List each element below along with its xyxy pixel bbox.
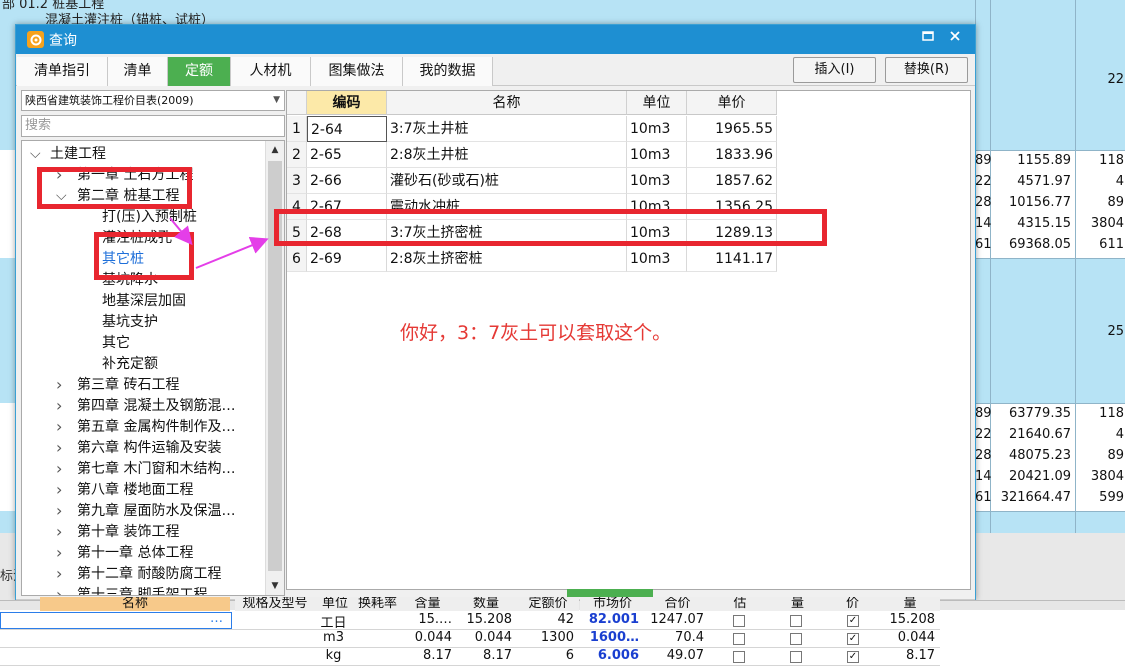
checkbox[interactable] bbox=[790, 651, 802, 663]
bottom-cell[interactable]: 1600… bbox=[580, 630, 642, 645]
bottom-cell[interactable]: m3 bbox=[315, 630, 355, 645]
bottom-header: 含量 bbox=[400, 597, 455, 611]
checkbox[interactable] bbox=[733, 651, 745, 663]
bottom-header: 市场价 bbox=[580, 597, 645, 611]
more-ellipsis[interactable]: … bbox=[210, 611, 223, 626]
bottom-cell[interactable]: 70.4 bbox=[645, 630, 707, 645]
bottom-cell[interactable]: 6 bbox=[517, 648, 577, 663]
checkbox[interactable] bbox=[733, 633, 745, 645]
bottom-cell[interactable]: 0.044 bbox=[400, 630, 455, 645]
bottom-header: 价 bbox=[825, 597, 880, 611]
bottom-cell[interactable]: 49.07 bbox=[645, 648, 707, 663]
bottom-cell[interactable]: 0.044 bbox=[455, 630, 515, 645]
bottom-header: 定额价 bbox=[517, 597, 579, 611]
bottom-header: 规格及型号 bbox=[235, 597, 315, 611]
bottom-header: 名称 bbox=[40, 597, 230, 611]
bottom-cell[interactable]: 工日 bbox=[315, 612, 355, 631]
bottom-cell[interactable]: 82.001 bbox=[580, 612, 642, 627]
bottom-header: 合价 bbox=[645, 597, 710, 611]
bottom-cell[interactable]: 0.044 bbox=[880, 630, 938, 645]
bottom-cell[interactable]: 15.208 bbox=[880, 612, 938, 627]
checkbox[interactable] bbox=[790, 633, 802, 645]
bottom-cell[interactable]: 6.006 bbox=[580, 648, 642, 663]
bottom-cell[interactable]: 1300 bbox=[517, 630, 577, 645]
bottom-material-table: 名称 规格及型号 单位 换耗率 含量 数量 定额价 市场价 合价估量价量 … 工日 15.… 15.2… bbox=[0, 589, 1125, 666]
bottom-cell[interactable]: kg bbox=[315, 648, 355, 663]
checkbox[interactable]: ✓ bbox=[847, 651, 859, 663]
bottom-header: 换耗率 bbox=[355, 597, 400, 611]
bottom-header: 数量 bbox=[455, 597, 517, 611]
bottom-cell[interactable]: 8.17 bbox=[880, 648, 938, 663]
checkbox[interactable]: ✓ bbox=[847, 615, 859, 627]
bottom-header: 单位 bbox=[315, 597, 355, 611]
annotation-note: 你好，3：7灰土可以套取这个。 bbox=[400, 322, 672, 344]
bottom-cell[interactable]: 15.… bbox=[400, 612, 455, 627]
bottom-header: 估 bbox=[710, 597, 770, 611]
selected-row-name[interactable]: … bbox=[0, 611, 232, 629]
checkbox[interactable]: ✓ bbox=[847, 633, 859, 645]
bottom-cell[interactable]: 15.208 bbox=[455, 612, 515, 627]
checkbox[interactable] bbox=[790, 615, 802, 627]
bottom-cell[interactable]: 8.17 bbox=[455, 648, 515, 663]
bottom-cell[interactable]: 8.17 bbox=[400, 648, 455, 663]
bottom-header: 量 bbox=[770, 597, 825, 611]
bottom-cell[interactable]: 42 bbox=[517, 612, 577, 627]
bottom-cell[interactable]: 1247.07 bbox=[645, 612, 707, 627]
checkbox[interactable] bbox=[733, 615, 745, 627]
bottom-header: 量 bbox=[880, 597, 940, 611]
